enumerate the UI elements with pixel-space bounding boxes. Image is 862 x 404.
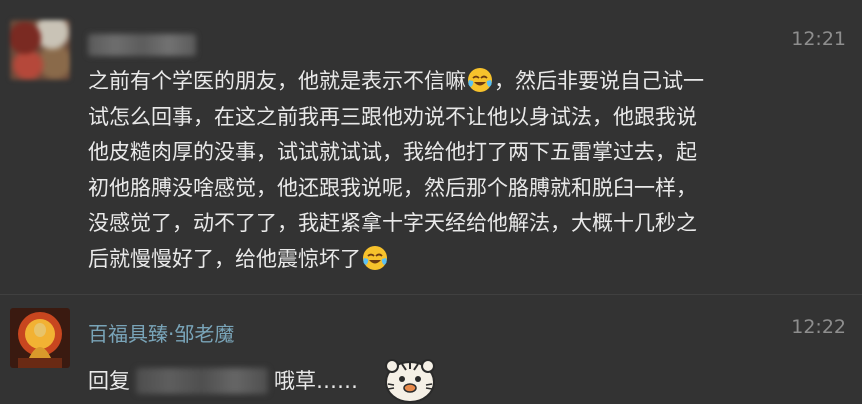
avatar[interactable] [10,308,70,368]
message-time: 12:21 [791,28,846,50]
tiger-sticker-icon [385,359,435,403]
sender-name[interactable]: 百福具臻·邹老魔 [88,318,234,347]
message-line: 回复 哦草…… [88,364,850,400]
message-text: 之前有个学医的朋友，他就是表示不信嘛 ，然后非要说自己试一 试怎么回事，在这之前我… [88,64,850,277]
reply-target-redacted[interactable] [136,368,268,394]
face-with-tears-of-joy-icon [468,68,492,92]
message-line: 试怎么回事，在这之前我再三跟他劝说不让他以身试法，他跟我说 [88,104,697,129]
message-line: 后就慢慢好了，给他震惊坏了 [88,242,850,278]
avatar[interactable] [10,20,70,80]
message-text: 回复 哦草…… [88,364,850,400]
reply-text: 哦草…… [274,369,358,393]
message-line: 他皮糙肉厚的没事，试试就试试，我给他打了两下五雷掌过去，起 [88,140,697,164]
face-with-tears-of-joy-icon [363,245,387,270]
buddha-avatar-icon [10,308,70,368]
message-line: 之前有个学医的朋友，他就是表示不信嘛 ，然后非要说自己试一 [88,68,704,93]
message-divider [0,294,862,295]
sender-name-redacted[interactable] [88,34,196,56]
message-line: 初他胳膊没啥感觉，他还跟我说呢，然后那个胳膊就和脱臼一样， [88,175,697,200]
message-line: 没感觉了，动不了了，我赶紧拿十字天经给他解法，大概十几秒之 [88,211,697,235]
reply-prefix: 回复 [88,369,130,393]
message-time: 12:22 [791,316,846,338]
